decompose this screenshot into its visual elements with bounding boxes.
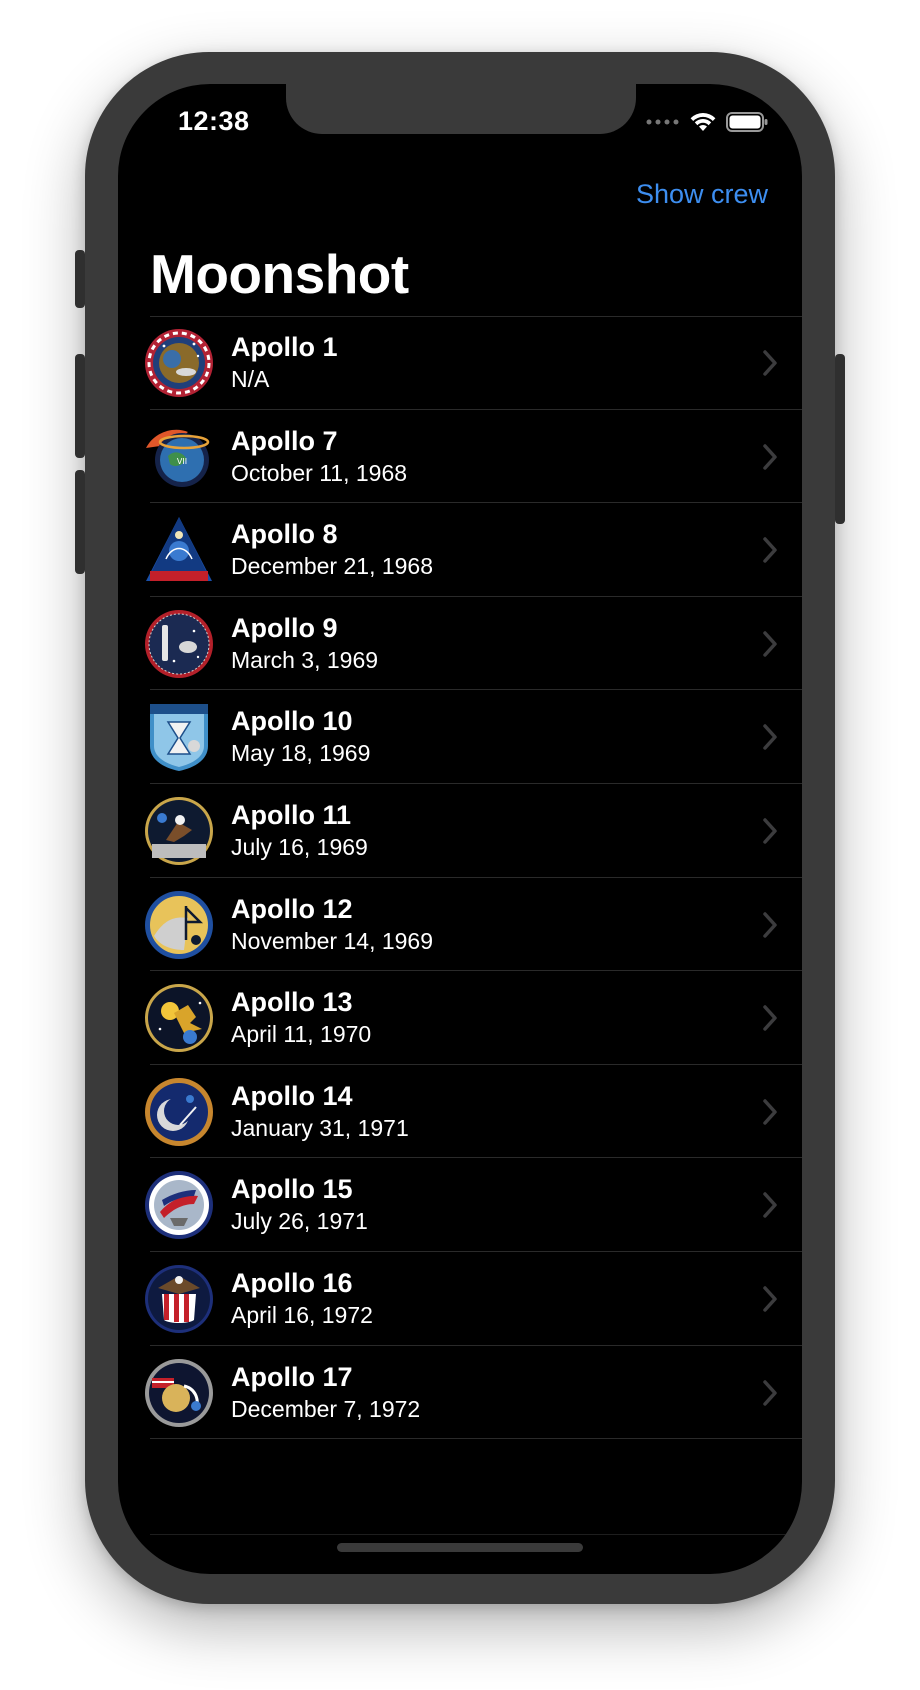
mission-date: March 3, 1969 bbox=[231, 646, 379, 673]
mission-date: May 18, 1969 bbox=[231, 740, 371, 767]
mission-date: December 21, 1968 bbox=[231, 553, 434, 580]
chevron-right-icon bbox=[763, 1192, 777, 1219]
apollo-12-badge-icon bbox=[145, 890, 213, 959]
cellular-signal-icon bbox=[646, 119, 679, 125]
page-title: Moonshot bbox=[150, 243, 409, 305]
mission-date: July 26, 1971 bbox=[231, 1208, 368, 1235]
mission-name: Apollo 9 bbox=[231, 612, 338, 643]
mission-date: April 11, 1970 bbox=[231, 1021, 372, 1048]
wifi-icon bbox=[690, 113, 716, 131]
mission-date: December 7, 1972 bbox=[231, 1395, 421, 1422]
apollo-8-badge-icon bbox=[146, 517, 212, 582]
mission-date: October 11, 1968 bbox=[231, 459, 408, 486]
apollo-7-badge-icon: VII bbox=[146, 429, 210, 487]
mission-row[interactable]: Apollo 11 July 16, 1969 bbox=[118, 784, 802, 878]
status-time: 12:38 bbox=[178, 106, 250, 136]
apollo-13-badge-icon bbox=[145, 984, 213, 1053]
battery-icon bbox=[726, 112, 768, 132]
mission-row[interactable]: Apollo 14 January 31, 1971 bbox=[118, 1065, 802, 1159]
mute-switch bbox=[75, 250, 85, 308]
mission-date: July 16, 1969 bbox=[231, 833, 368, 860]
mission-name: Apollo 12 bbox=[231, 893, 353, 924]
mission-row[interactable]: Apollo 16 April 16, 1972 bbox=[118, 1252, 802, 1346]
mission-name: Apollo 14 bbox=[231, 1080, 353, 1111]
mission-list: Apollo 1 N/A VII Apollo 7 October 11, 19… bbox=[118, 316, 802, 1440]
power-button bbox=[835, 354, 845, 524]
mission-name: Apollo 17 bbox=[231, 1361, 353, 1392]
home-indicator[interactable] bbox=[337, 1543, 583, 1552]
mission-name: Apollo 7 bbox=[231, 425, 338, 456]
mission-name: Apollo 8 bbox=[231, 519, 338, 550]
chevron-right-icon bbox=[763, 1286, 777, 1312]
apollo-9-badge-icon bbox=[145, 609, 213, 678]
mission-row[interactable]: Apollo 15 July 26, 1971 bbox=[118, 1158, 802, 1252]
chevron-right-icon bbox=[763, 1005, 777, 1031]
apollo-14-badge-icon bbox=[145, 1077, 213, 1146]
apollo-17-badge-icon bbox=[145, 1358, 213, 1427]
mission-name: Apollo 15 bbox=[231, 1174, 353, 1205]
empty-row-divider bbox=[150, 1534, 802, 1535]
volume-up-button bbox=[75, 354, 85, 458]
mission-date: April 16, 1972 bbox=[231, 1301, 373, 1328]
chevron-right-icon bbox=[763, 1379, 777, 1406]
mission-row[interactable]: VII Apollo 7 October 11, 1968 bbox=[118, 410, 802, 504]
chevron-right-icon bbox=[763, 631, 777, 657]
show-crew-button[interactable]: Show crew bbox=[636, 179, 768, 210]
mission-row[interactable]: Apollo 1 N/A bbox=[118, 316, 802, 410]
chevron-right-icon bbox=[763, 350, 777, 376]
app-screen: 12:38 Show crew Moonshot Apollo 1 N/A VI… bbox=[118, 84, 802, 1574]
mission-name: Apollo 10 bbox=[231, 706, 353, 737]
apollo-15-badge-icon bbox=[145, 1171, 213, 1240]
mission-row[interactable]: Apollo 9 March 3, 1969 bbox=[118, 597, 802, 691]
mission-date: November 14, 1969 bbox=[231, 927, 434, 954]
mission-row[interactable]: Apollo 17 December 7, 1972 bbox=[118, 1346, 802, 1440]
row-divider bbox=[150, 1438, 802, 1440]
mission-name: Apollo 1 bbox=[231, 332, 338, 362]
chevron-right-icon bbox=[763, 818, 777, 844]
status-icons bbox=[646, 112, 768, 132]
mission-row[interactable]: Apollo 10 May 18, 1969 bbox=[118, 690, 802, 784]
chevron-right-icon bbox=[763, 443, 777, 470]
notch bbox=[286, 84, 636, 134]
mission-name: Apollo 11 bbox=[231, 799, 352, 830]
chevron-right-icon bbox=[763, 1099, 777, 1125]
mission-name: Apollo 16 bbox=[231, 1267, 353, 1298]
apollo-16-badge-icon bbox=[145, 1264, 213, 1333]
svg-text:VII: VII bbox=[177, 457, 187, 466]
apollo-1-badge-icon bbox=[145, 329, 213, 397]
mission-row[interactable]: Apollo 8 December 21, 1968 bbox=[118, 503, 802, 597]
apollo-10-badge-icon bbox=[150, 704, 208, 772]
chevron-right-icon bbox=[763, 724, 777, 751]
apollo-11-badge-icon bbox=[145, 796, 213, 865]
mission-date: January 31, 1971 bbox=[231, 1114, 409, 1141]
chevron-right-icon bbox=[763, 911, 777, 938]
volume-down-button bbox=[75, 470, 85, 574]
mission-row[interactable]: Apollo 13 April 11, 1970 bbox=[118, 971, 802, 1065]
mission-date: N/A bbox=[231, 366, 270, 392]
mission-row[interactable]: Apollo 12 November 14, 1969 bbox=[118, 878, 802, 972]
chevron-right-icon bbox=[763, 537, 777, 563]
mission-name: Apollo 13 bbox=[231, 987, 353, 1018]
